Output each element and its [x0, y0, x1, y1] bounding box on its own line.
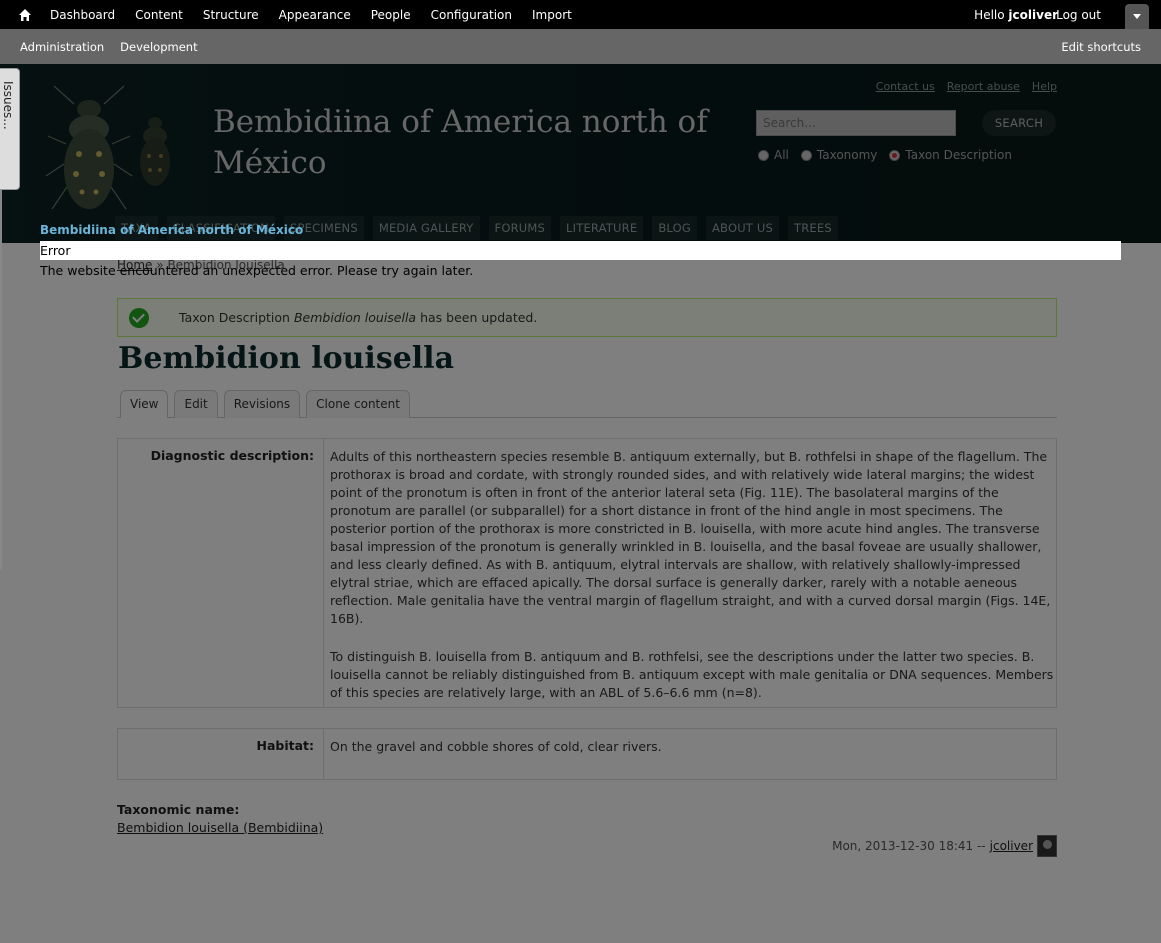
edit-shortcuts-link[interactable]: Edit shortcuts: [1061, 40, 1141, 54]
error-title: Error: [40, 241, 1121, 260]
hello-prefix: Hello: [974, 8, 1005, 22]
toolbar-structure[interactable]: Structure: [203, 8, 259, 22]
issues-tab[interactable]: Issues...: [0, 68, 20, 190]
toolbar-dashboard[interactable]: Dashboard: [50, 8, 115, 22]
error-message: The website encountered an unexpected er…: [40, 263, 474, 278]
error-site-name[interactable]: Bembidiina of America north of México: [40, 223, 303, 237]
toolbar-appearance[interactable]: Appearance: [279, 8, 351, 22]
shortcut-administration[interactable]: Administration: [20, 40, 104, 54]
shortcuts-toggle-icon[interactable]: [1125, 4, 1149, 29]
user-greeting: Hello jcoliver: [974, 8, 1058, 22]
toolbar-main: Dashboard Content Structure Appearance P…: [0, 0, 1161, 29]
logout-link[interactable]: Log out: [1056, 8, 1101, 22]
shortcuts-bar: Administration Development Edit shortcut…: [0, 29, 1161, 64]
issues-track: [0, 190, 2, 570]
toolbar-menu: Dashboard Content Structure Appearance P…: [50, 8, 592, 22]
toolbar-import[interactable]: Import: [532, 8, 572, 22]
error-backdrop: [0, 64, 1161, 943]
toolbar-content[interactable]: Content: [135, 8, 183, 22]
username[interactable]: jcoliver: [1008, 8, 1058, 22]
home-icon[interactable]: [0, 0, 50, 29]
admin-toolbar: Dashboard Content Structure Appearance P…: [0, 0, 1161, 64]
shortcut-development[interactable]: Development: [120, 40, 197, 54]
toolbar-configuration[interactable]: Configuration: [431, 8, 512, 22]
issues-tab-label: Issues...: [1, 81, 15, 130]
toolbar-people[interactable]: People: [371, 8, 411, 22]
